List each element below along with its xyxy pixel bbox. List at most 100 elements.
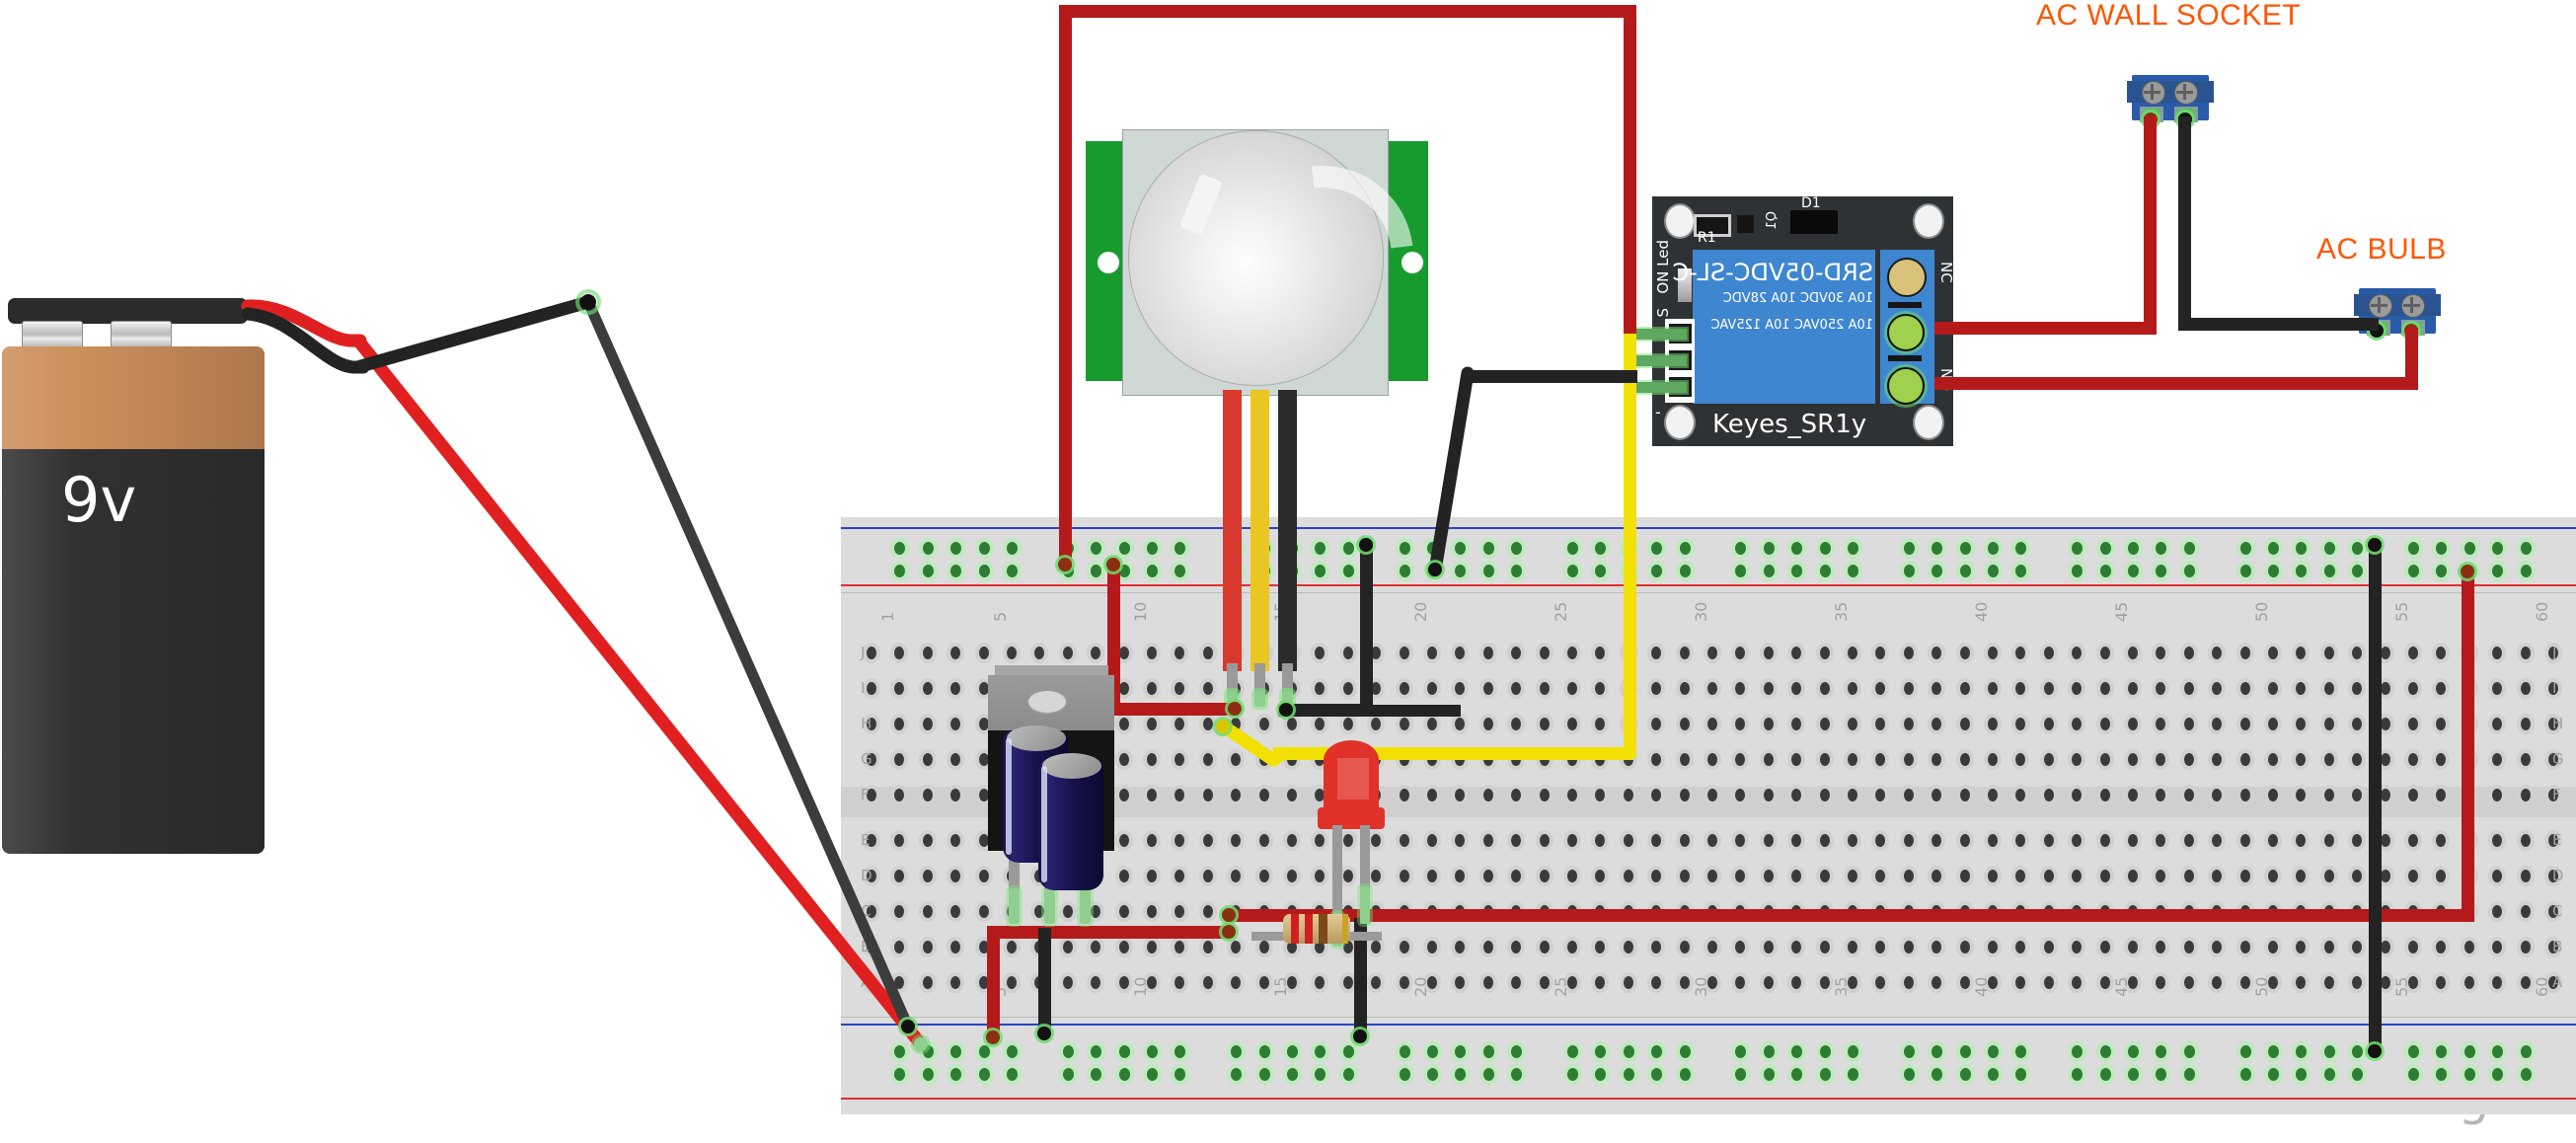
breadboard-hole[interactable] bbox=[2520, 718, 2531, 730]
breadboard-hole[interactable] bbox=[2043, 834, 2054, 847]
breadboard-hole[interactable] bbox=[1567, 789, 1577, 801]
breadboard-hole[interactable] bbox=[2239, 941, 2250, 953]
breadboard-hole[interactable] bbox=[1707, 789, 1717, 801]
breadboard-hole[interactable] bbox=[2043, 941, 2054, 953]
breadboard-hole[interactable] bbox=[1763, 870, 1774, 882]
power-rail-hole[interactable] bbox=[1679, 565, 1691, 577]
power-rail-hole[interactable] bbox=[1118, 1068, 1130, 1081]
breadboard-hole[interactable] bbox=[1819, 870, 1830, 882]
breadboard-hole[interactable] bbox=[2099, 647, 2110, 659]
power-rail-hole[interactable] bbox=[2408, 542, 2419, 555]
breadboard-hole[interactable] bbox=[2380, 941, 2390, 953]
breadboard-hole[interactable] bbox=[1539, 647, 1550, 659]
power-rail-hole[interactable] bbox=[2239, 565, 2251, 577]
breadboard-hole[interactable] bbox=[1819, 789, 1830, 801]
breadboard-hole[interactable] bbox=[1903, 834, 1914, 847]
breadboard-hole[interactable] bbox=[1567, 718, 1577, 730]
breadboard-hole[interactable] bbox=[2183, 682, 2194, 695]
breadboard-hole[interactable] bbox=[1539, 941, 1550, 953]
power-rail-hole[interactable] bbox=[2183, 1068, 2195, 1081]
breadboard-hole[interactable] bbox=[2408, 647, 2418, 659]
breadboard-hole[interactable] bbox=[2128, 647, 2138, 659]
power-rail-hole[interactable] bbox=[2099, 1068, 2111, 1081]
breadboard-hole[interactable] bbox=[1539, 834, 1550, 847]
power-rail-hole[interactable] bbox=[1399, 1068, 1410, 1081]
breadboard-hole[interactable] bbox=[2099, 682, 2110, 695]
breadboard-hole[interactable] bbox=[2520, 941, 2531, 953]
breadboard-hole[interactable] bbox=[1427, 870, 1437, 882]
breadboard-hole[interactable] bbox=[2380, 718, 2390, 730]
breadboard-hole[interactable] bbox=[2408, 834, 2418, 847]
breadboard-hole[interactable] bbox=[1819, 718, 1830, 730]
breadboard-hole[interactable] bbox=[2380, 789, 2390, 801]
breadboard-hole[interactable] bbox=[1903, 647, 1914, 659]
power-rail-hole[interactable] bbox=[1118, 565, 1130, 577]
breadboard-hole[interactable] bbox=[2520, 753, 2531, 766]
breadboard-hole[interactable] bbox=[2520, 789, 2531, 801]
power-rail-hole[interactable] bbox=[1959, 1068, 1971, 1081]
power-rail-hole[interactable] bbox=[1959, 565, 1971, 577]
breadboard-hole[interactable] bbox=[1679, 976, 1690, 989]
breadboard-hole[interactable] bbox=[2183, 976, 2194, 989]
breadboard-hole[interactable] bbox=[1482, 834, 1493, 847]
breadboard-hole[interactable] bbox=[2099, 941, 2110, 953]
breadboard-hole[interactable] bbox=[1819, 976, 1830, 989]
breadboard-hole[interactable] bbox=[2099, 753, 2110, 766]
breadboard-hole[interactable] bbox=[2043, 976, 2054, 989]
breadboard-hole[interactable] bbox=[1202, 718, 1213, 730]
breadboard-hole[interactable] bbox=[1202, 789, 1213, 801]
breadboard-hole[interactable] bbox=[1707, 718, 1717, 730]
breadboard-hole[interactable] bbox=[1147, 753, 1157, 766]
breadboard-hole[interactable] bbox=[1342, 870, 1353, 882]
breadboard-hole[interactable] bbox=[1819, 941, 1830, 953]
breadboard-hole[interactable] bbox=[1007, 647, 1017, 659]
breadboard-hole[interactable] bbox=[2380, 753, 2390, 766]
breadboard-hole[interactable] bbox=[1903, 870, 1914, 882]
breadboard-hole[interactable] bbox=[1623, 941, 1633, 953]
power-rail-hole[interactable] bbox=[1342, 542, 1354, 555]
breadboard-hole[interactable] bbox=[1539, 789, 1550, 801]
power-rail-hole[interactable] bbox=[1399, 1045, 1410, 1058]
power-rail-hole[interactable] bbox=[1848, 565, 1858, 577]
breadboard-hole[interactable] bbox=[1427, 682, 1437, 695]
power-rail-hole[interactable] bbox=[1848, 1045, 1858, 1058]
power-rail-hole[interactable] bbox=[1567, 1068, 1578, 1081]
breadboard-hole[interactable] bbox=[2128, 789, 2138, 801]
power-rail-hole[interactable] bbox=[2268, 1068, 2279, 1081]
breadboard-hole[interactable] bbox=[2520, 647, 2531, 659]
breadboard-hole[interactable] bbox=[1147, 905, 1157, 918]
breadboard-hole[interactable] bbox=[1202, 870, 1213, 882]
breadboard-hole[interactable] bbox=[2099, 718, 2110, 730]
breadboard-hole[interactable] bbox=[1988, 647, 1998, 659]
breadboard-hole[interactable] bbox=[1848, 834, 1857, 847]
power-rail-hole[interactable] bbox=[2183, 542, 2195, 555]
breadboard-hole[interactable] bbox=[2520, 976, 2531, 989]
power-rail-hole[interactable] bbox=[2239, 1068, 2251, 1081]
breadboard-hole[interactable] bbox=[1147, 834, 1157, 847]
breadboard-hole[interactable] bbox=[1427, 718, 1437, 730]
power-rail-hole[interactable] bbox=[1482, 1068, 1494, 1081]
power-rail-hole[interactable] bbox=[2239, 1045, 2251, 1058]
breadboard-hole[interactable] bbox=[1707, 941, 1717, 953]
breadboard-hole[interactable] bbox=[1258, 941, 1269, 953]
breadboard-hole[interactable] bbox=[1539, 976, 1550, 989]
breadboard-hole[interactable] bbox=[1482, 870, 1493, 882]
breadboard-hole[interactable] bbox=[1903, 789, 1914, 801]
power-rail-hole[interactable] bbox=[1679, 1068, 1691, 1081]
power-rail-hole[interactable] bbox=[1007, 565, 1018, 577]
power-rail-hole[interactable] bbox=[2268, 1045, 2279, 1058]
breadboard-hole[interactable] bbox=[2408, 753, 2418, 766]
power-rail-hole[interactable] bbox=[1147, 542, 1158, 555]
breadboard-hole[interactable] bbox=[1959, 834, 1970, 847]
breadboard-hole[interactable] bbox=[1763, 647, 1774, 659]
breadboard-hole[interactable] bbox=[1427, 834, 1437, 847]
breadboard-hole[interactable] bbox=[1623, 834, 1633, 847]
breadboard-hole[interactable] bbox=[1482, 941, 1493, 953]
breadboard-hole[interactable] bbox=[1342, 647, 1353, 659]
power-rail-hole[interactable] bbox=[1007, 542, 1018, 555]
breadboard-hole[interactable] bbox=[2323, 941, 2334, 953]
breadboard-hole[interactable] bbox=[2128, 753, 2138, 766]
breadboard-hole[interactable] bbox=[1342, 834, 1353, 847]
breadboard-hole[interactable] bbox=[2323, 753, 2334, 766]
breadboard-hole[interactable] bbox=[1848, 718, 1857, 730]
